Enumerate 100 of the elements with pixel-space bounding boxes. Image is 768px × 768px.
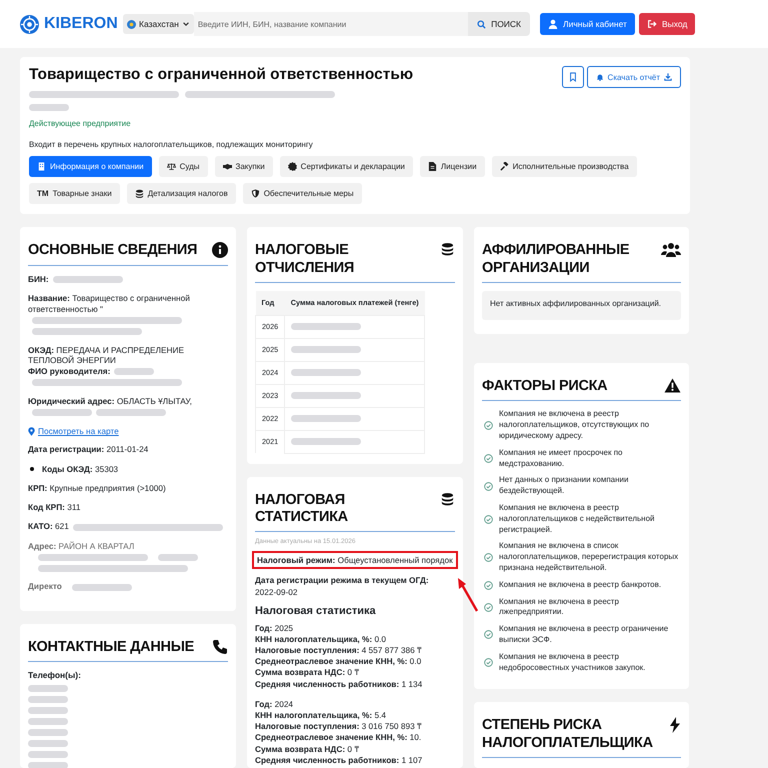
field-text: Налоговые поступления: 4 557 877 386 ₸ — [255, 645, 423, 656]
logo-text: KIBERON — [44, 15, 118, 33]
logo-icon — [20, 14, 39, 34]
tab[interactable]: Суды — [158, 156, 208, 178]
blurred-text — [291, 438, 362, 446]
risk-text: Нет данных о признании компании бездействующей. — [499, 475, 630, 497]
shield-icon — [250, 189, 260, 198]
field-text: Среднеотраслевое значение КНН, %: 0.0 — [255, 656, 422, 668]
card-title: НАЛОГОВЫЕ ОТЧИСЛЕНИЯ — [255, 242, 356, 278]
card-title: ОСНОВНЫЕ СВЕДЕНИЯ — [28, 242, 198, 260]
search-input[interactable]: Введите ИИН, БИН, название компании — [194, 20, 468, 28]
blurred-text — [291, 323, 362, 330]
risk-text: Компания не включена в реестр налогоплательщиков, отсутствующих по юридическому адресу. — [499, 409, 650, 442]
section-title: Налоговая статистика — [255, 604, 377, 617]
blurred-text — [158, 554, 198, 561]
card-title: КОНТАКТНЫЕ ДАННЫЕ — [28, 638, 194, 656]
caret-icon — [182, 20, 190, 28]
blurred-text — [291, 369, 362, 376]
field-text: Налоговый режим: Общеустановленный порядок — [252, 551, 458, 570]
coins-icon — [134, 189, 144, 198]
field-text: Год: 2025 — [255, 622, 294, 634]
field-text: Сумма возврата НДС: 0 ₸ — [255, 667, 360, 679]
coins-icon — [440, 242, 455, 258]
trademark-icon: TM — [37, 189, 49, 198]
logout-icon — [646, 19, 657, 29]
file-icon — [428, 162, 437, 172]
risk-text: Компания не включена в список налогоплательщиков, перерегистрация которых признана недействительной. — [499, 541, 680, 574]
bullet-icon — [30, 466, 34, 471]
tab[interactable]: Закупки — [214, 156, 273, 178]
blurred-text — [28, 740, 68, 748]
blurred-text — [52, 276, 123, 283]
flag-icon — [127, 20, 136, 28]
pin-icon — [28, 426, 35, 436]
field-text: Код КРП: 311 — [28, 502, 80, 512]
field-text: КНН налогоплательщика, %: 5.4 — [255, 710, 388, 722]
blurred-text — [28, 762, 68, 768]
download-button[interactable]: Скачать отчёт — [586, 66, 681, 88]
bookmark-icon — [568, 72, 577, 82]
tab[interactable]: Лицензии — [420, 156, 485, 178]
phone-icon — [212, 638, 228, 655]
bolt-icon — [669, 717, 681, 734]
badge-icon — [288, 162, 297, 172]
scales-icon — [166, 162, 176, 172]
blurred-text — [114, 368, 154, 376]
map-link[interactable]: Посмотреть на карте — [38, 426, 119, 436]
blurred-text — [28, 696, 68, 704]
blurred-text — [32, 409, 92, 416]
note-text: Входит в перечень крупных налогоплательщиков, подлежащих мониторингу — [29, 140, 314, 150]
tab[interactable]: Сертификаты и декларации — [280, 156, 413, 178]
warning-icon — [664, 378, 681, 394]
tab[interactable]: TM Товарные знаки — [29, 183, 120, 204]
card-title: НАЛОГОВАЯ СТАТИСТИКА — [255, 492, 349, 526]
users-icon — [661, 242, 681, 258]
search-field[interactable]: Введите ИИН, БИН, название компании — [194, 12, 468, 36]
tab[interactable]: Исполнительные производства — [492, 156, 637, 178]
blurred-text — [72, 584, 132, 591]
field-text: Дата регистрации: 2011-01-24 — [28, 444, 148, 454]
blurred-text — [29, 104, 69, 112]
field-text: Название: Товарищество с ограниченной ответственностью " — [28, 292, 190, 314]
field-text: Налоговые поступления: 3 016 750 893 ₸ — [255, 721, 423, 732]
card-title: ФАКТОРЫ РИСКА — [482, 378, 608, 396]
risk-text: Компания не имеет просрочек по медстрахованию. — [499, 448, 624, 470]
field-text: КНН налогоплательщика, %: 0.0 — [255, 634, 388, 646]
status-text: Действующее предприятие — [29, 119, 132, 128]
risk-text: Компания не включена в реестр ограничение выписки ЭСФ. — [499, 624, 670, 646]
blurred-text — [28, 707, 68, 714]
arrow-annotation — [455, 576, 481, 613]
risk-text: Компания не включена в реестр недобросовестных участников закупок. — [499, 652, 646, 674]
blurred-text — [291, 346, 362, 354]
field-text: БИН: — [28, 274, 49, 284]
field-text: Средняя численность работников: 1 134 — [255, 678, 424, 690]
field-text: Средняя численность работников: 1 107 — [255, 754, 424, 766]
search-button[interactable]: ПОИСК — [468, 12, 530, 36]
field-text: КРП: Крупные предприятия (>1000) — [28, 482, 166, 493]
logout-button[interactable]: Выход — [638, 13, 696, 35]
blurred-text — [28, 729, 68, 736]
blurred-text — [28, 751, 68, 758]
blurred-text — [28, 718, 68, 726]
blurred-text — [28, 685, 68, 692]
field-text: Сумма возврата НДС: 0 ₸ — [255, 744, 360, 755]
tab[interactable]: Информация о компании — [29, 156, 152, 178]
risk-text: Компания не включена в реестр банкротов. — [499, 580, 662, 591]
tab[interactable]: Детализация налогов — [126, 183, 236, 204]
blurred-text — [291, 392, 362, 400]
account-button[interactable]: Личный кабинет — [540, 13, 635, 35]
blurred-text — [291, 415, 362, 422]
field-text: КАТО: 621 — [28, 521, 69, 532]
download-icon — [664, 73, 672, 81]
gavel-icon — [500, 162, 509, 172]
user-icon — [548, 19, 558, 29]
tab[interactable]: Обеспечительные меры — [242, 183, 362, 204]
field-text: Дата регистрации режима в текущем ОГД: 2022-09-02 — [255, 575, 430, 598]
info-icon — [212, 242, 228, 258]
blurred-text — [96, 409, 166, 416]
field-text: Адрес: РАЙОН А КВАРТАЛ — [28, 540, 134, 551]
bookmark-button[interactable] — [562, 66, 584, 88]
card-title: АФФИЛИРОВАННЫЕ ОРГАНИЗАЦИИ — [482, 242, 630, 278]
building-icon — [37, 162, 46, 172]
field-text: Юридический адрес: ОБЛАСТЬ ҰЛЫТАУ, — [28, 396, 192, 406]
field-text: Директо — [28, 581, 62, 592]
